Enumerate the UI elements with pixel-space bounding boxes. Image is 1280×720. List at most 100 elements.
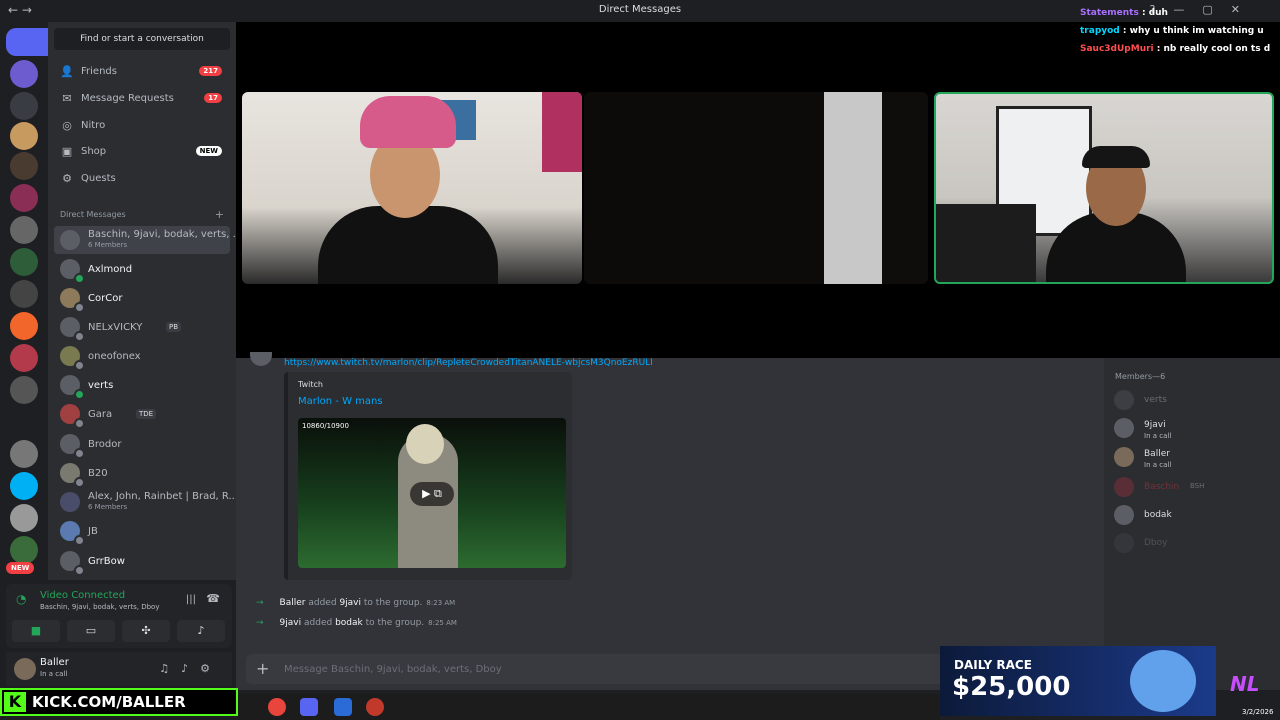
member-list: Members—6 verts 9javi In a call Baller I… bbox=[1104, 358, 1280, 690]
member-item[interactable]: bodak bbox=[1112, 501, 1272, 529]
screenshare-button[interactable]: ▭ bbox=[67, 620, 115, 642]
server-icon[interactable] bbox=[10, 248, 38, 276]
dm-item[interactable]: CorCor bbox=[54, 284, 230, 313]
server-icon[interactable] bbox=[10, 92, 38, 120]
avatar bbox=[60, 230, 80, 250]
video-tile[interactable] bbox=[584, 92, 928, 284]
crown-icon bbox=[1130, 650, 1196, 712]
server-icon[interactable] bbox=[10, 152, 38, 180]
dm-item[interactable]: verts bbox=[54, 371, 230, 400]
user-panel: Baller In a call ♫♪⚙ bbox=[6, 652, 232, 686]
server-icon[interactable] bbox=[10, 440, 38, 468]
chat-line: Statements : duh bbox=[1080, 8, 1168, 18]
mail-icon: ✉ bbox=[62, 92, 72, 105]
nav-nitro[interactable]: ◎ Nitro bbox=[54, 114, 230, 138]
member-item[interactable]: Baller In a call bbox=[1112, 443, 1272, 471]
daily-race-banner: DAILY RACE $25,000 bbox=[940, 646, 1216, 716]
chat-line: trapyod : why u think im watching u bbox=[1080, 26, 1264, 36]
dm-section-header: Direct Messages bbox=[60, 210, 126, 219]
server-icon[interactable] bbox=[10, 472, 38, 500]
soundboard-button[interactable]: ♪ bbox=[177, 620, 225, 642]
discord-icon[interactable] bbox=[300, 698, 318, 716]
voice-channel: Baschin, 9javi, bodak, verts, Dboy bbox=[40, 603, 160, 611]
shop-new-badge: NEW bbox=[195, 146, 222, 156]
new-badge: NEW bbox=[6, 562, 35, 574]
server-icon[interactable] bbox=[10, 312, 38, 340]
server-icon[interactable] bbox=[10, 376, 38, 404]
voice-status[interactable]: Video Connected bbox=[40, 590, 125, 601]
discord-icon[interactable] bbox=[10, 408, 38, 436]
dm-item[interactable]: NELxVICKY PB bbox=[54, 313, 230, 342]
nav-friends[interactable]: 👤 Friends 217 bbox=[54, 60, 230, 84]
server-tag: TDE bbox=[136, 409, 157, 419]
embed-video-thumbnail[interactable]: 10860/10900 ▶ ⧉ bbox=[298, 418, 566, 568]
arrow-right-icon: → bbox=[256, 618, 264, 628]
kick-url: KICK.COM/BALLER bbox=[32, 693, 186, 711]
nav-message-requests[interactable]: ✉ Message Requests 17 bbox=[54, 87, 230, 111]
signal-icon: ◔ bbox=[16, 592, 27, 606]
message-input[interactable] bbox=[284, 660, 884, 678]
username: Baller bbox=[40, 657, 69, 668]
app-icon[interactable] bbox=[334, 698, 352, 716]
create-dm-icon[interactable]: + bbox=[215, 208, 224, 221]
dm-item[interactable]: GrrBow bbox=[54, 547, 230, 576]
voice-connection-panel: ◔ Video Connected Baschin, 9javi, bodak,… bbox=[6, 584, 232, 648]
avatar[interactable] bbox=[14, 658, 36, 680]
avatar bbox=[1114, 505, 1134, 525]
dm-item[interactable]: B20 bbox=[54, 459, 230, 488]
server-icon[interactable] bbox=[10, 184, 38, 212]
server-tag: PB bbox=[166, 322, 182, 332]
kick-icon: K bbox=[4, 692, 26, 712]
server-icon[interactable] bbox=[10, 60, 38, 88]
find-conversation-button[interactable]: Find or start a conversation bbox=[54, 28, 230, 50]
video-tile[interactable] bbox=[242, 92, 582, 284]
avatar bbox=[60, 492, 80, 512]
camera-button[interactable]: ■ bbox=[12, 620, 60, 642]
nitro-icon: ◎ bbox=[62, 119, 72, 132]
dm-item[interactable]: Alex, John, Rainbet | Brad, R... 6 Membe… bbox=[54, 488, 238, 516]
avatar bbox=[1114, 418, 1134, 438]
kick-banner: K KICK.COM/BALLER bbox=[0, 688, 238, 716]
server-icon[interactable] bbox=[10, 504, 38, 532]
dm-item[interactable]: Baschin, 9javi, bodak, verts, ... 6 Memb… bbox=[54, 226, 242, 254]
embed-title[interactable]: Marlon - W mans bbox=[298, 396, 383, 407]
chrome-icon[interactable] bbox=[268, 698, 286, 716]
arrow-right-icon: → bbox=[256, 598, 264, 608]
nav-quests[interactable]: ⚙ Quests bbox=[54, 167, 230, 191]
dm-item[interactable]: Gara TDE bbox=[54, 400, 230, 429]
avatar bbox=[250, 352, 272, 366]
attach-icon[interactable]: + bbox=[256, 659, 269, 678]
server-icon[interactable] bbox=[10, 216, 38, 244]
server-icon[interactable] bbox=[10, 122, 38, 150]
member-item[interactable]: Dboy bbox=[1112, 529, 1272, 557]
quests-icon: ⚙ bbox=[62, 172, 72, 185]
requests-count: 17 bbox=[204, 93, 222, 103]
activities-button[interactable]: ✣ bbox=[122, 620, 170, 642]
obs-icon[interactable] bbox=[366, 698, 384, 716]
video-tile-speaking[interactable] bbox=[934, 92, 1274, 284]
chat-area: https://www.twitch.tv/marlon/clip/Replet… bbox=[236, 352, 1104, 690]
dm-item[interactable]: JB bbox=[54, 517, 230, 546]
user-controls[interactable]: ♫♪⚙ bbox=[159, 662, 222, 675]
system-message: → 9javi added bodak to the group. 8:25 AM bbox=[256, 618, 457, 628]
system-message: → Baller added 9javi to the group. 8:23 AM bbox=[256, 598, 456, 608]
nav-shop[interactable]: ▣ Shop NEW bbox=[54, 140, 230, 164]
play-icon[interactable]: ▶ ⧉ bbox=[410, 482, 454, 506]
member-item[interactable]: 9javi In a call bbox=[1112, 414, 1272, 442]
member-item[interactable]: Baschin BSH bbox=[1112, 473, 1272, 501]
dm-item[interactable]: oneofonex bbox=[54, 342, 230, 371]
server-icon[interactable] bbox=[10, 280, 38, 308]
noise-suppression-icon[interactable]: ||| bbox=[186, 594, 196, 605]
message-link[interactable]: https://www.twitch.tv/marlon/clip/Replet… bbox=[284, 358, 653, 368]
dm-item[interactable]: Brodor bbox=[54, 430, 230, 459]
server-icon[interactable] bbox=[10, 344, 38, 372]
chat-line: Sauc3dUpMuri : nb really cool on ts d bbox=[1080, 44, 1271, 54]
dm-item[interactable]: Axlmond bbox=[54, 255, 230, 284]
user-status: In a call bbox=[40, 670, 68, 678]
server-rail: 234 bbox=[0, 22, 185, 580]
member-item[interactable]: verts bbox=[1112, 386, 1272, 414]
friends-icon: 👤 bbox=[60, 65, 74, 78]
disconnect-icon[interactable]: ☎ bbox=[206, 592, 220, 605]
server-icon[interactable] bbox=[10, 536, 38, 564]
taskbar-date: 3/2/2026 bbox=[1242, 708, 1274, 716]
